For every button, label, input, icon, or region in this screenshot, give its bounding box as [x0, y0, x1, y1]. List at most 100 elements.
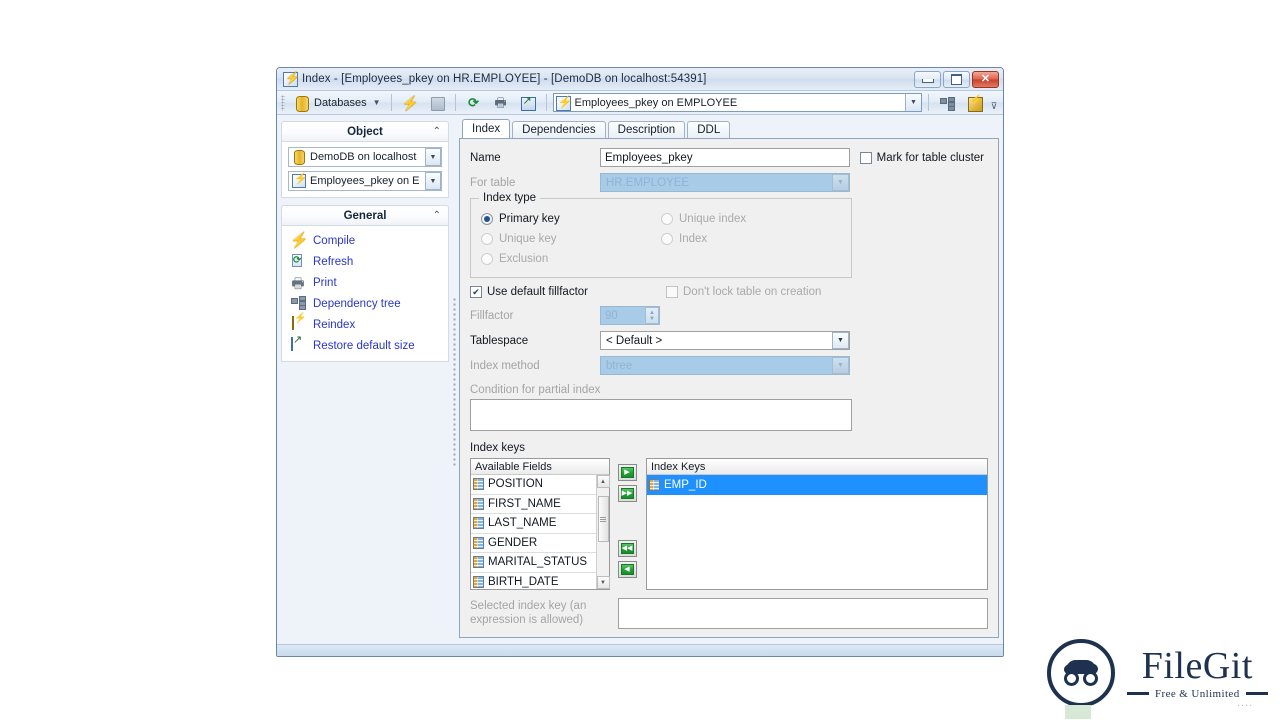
- index-keys-section-label: Index keys: [470, 442, 525, 454]
- radio-exclusion[interactable]: Exclusion: [481, 249, 661, 269]
- minimize-button[interactable]: [914, 70, 941, 88]
- compile-button[interactable]: ⚡: [398, 93, 422, 112]
- database-icon: [292, 150, 306, 165]
- radio-primary-key[interactable]: Primary key: [481, 209, 661, 229]
- add-all-keys-button[interactable]: ▶▶: [617, 485, 637, 502]
- index-type-caption: Index type: [479, 192, 541, 204]
- scroll-up-icon[interactable]: ▲: [596, 475, 610, 488]
- general-group-header[interactable]: General ⌃: [281, 205, 449, 226]
- index-icon: ⚡: [292, 173, 308, 188]
- selected-index-key-row: Selected index key (an expression is all…: [470, 598, 988, 629]
- available-fields-list[interactable]: Available Fields POSITION FIRST_NAME LAS…: [470, 458, 610, 590]
- arrow-right-icon: ▶: [620, 467, 634, 478]
- index-combo[interactable]: ⚡ Employees_pkey on E ▼: [288, 171, 442, 191]
- database-combo[interactable]: DemoDB on localhost ▼: [288, 147, 442, 167]
- object-combo-dropdown-button[interactable]: ▼: [905, 94, 921, 111]
- selected-index-key-input[interactable]: [618, 598, 988, 629]
- for-table-label: For table: [470, 176, 516, 189]
- index-method-label: Index method: [470, 359, 540, 372]
- radio-dot: [481, 213, 493, 225]
- object-group-header[interactable]: Object ⌃: [281, 121, 449, 142]
- printer-icon: 🖶: [291, 274, 305, 291]
- index-keys-list[interactable]: Index Keys EMP_ID: [646, 458, 988, 590]
- object-combo[interactable]: ⚡ Employees_pkey on EMPLOYEE ▼: [552, 93, 922, 112]
- radio-unique-index[interactable]: Unique index: [661, 209, 841, 229]
- tab-label: Dependencies: [522, 124, 596, 136]
- mark-for-table-cluster-checkbox[interactable]: Mark for table cluster: [859, 151, 984, 164]
- restore-default-size-button[interactable]: [516, 93, 540, 112]
- stop-button[interactable]: [425, 93, 449, 112]
- list-item-label: MARITAL_STATUS: [488, 556, 588, 569]
- sidebar-item-label: Dependency tree: [313, 297, 401, 310]
- list-item[interactable]: LAST_NAME: [471, 514, 609, 534]
- arrow-left-icon: ◀: [620, 564, 634, 575]
- dependency-tree-button[interactable]: [935, 93, 959, 112]
- index-method-value: btree: [606, 359, 633, 372]
- toolbar-overflow-button[interactable]: ⊽: [989, 94, 999, 112]
- refresh-icon: ⟳: [292, 253, 303, 267]
- database-icon: [294, 95, 310, 112]
- toolbar-separator: [454, 94, 456, 111]
- tab-index[interactable]: Index: [462, 119, 511, 138]
- tab-dependencies[interactable]: Dependencies: [512, 121, 606, 138]
- checkbox-box: [859, 151, 872, 164]
- title-bar[interactable]: ⚡ Index - [Employees_pkey on HR.EMPLOYEE…: [277, 68, 1003, 91]
- database-combo-dropdown-button[interactable]: ▼: [425, 148, 441, 166]
- fillfactor-stepper-buttons: ▲ ▼: [645, 307, 659, 324]
- chevron-up-icon[interactable]: ⌃: [433, 210, 441, 221]
- sidebar-item-label: Reindex: [313, 318, 356, 331]
- sidebar-item-dependency-tree[interactable]: Dependency tree: [287, 293, 443, 314]
- condition-input[interactable]: [470, 399, 852, 431]
- pane-splitter[interactable]: [449, 119, 459, 644]
- add-key-button[interactable]: ▶: [617, 464, 637, 481]
- chevron-up-icon[interactable]: ⌃: [433, 126, 441, 137]
- radio-label: Exclusion: [499, 253, 549, 265]
- sidebar-item-compile[interactable]: ⚡ Compile: [287, 230, 443, 251]
- list-item[interactable]: MARITAL_STATUS: [471, 553, 609, 573]
- condition-label: Condition for partial index: [470, 384, 601, 396]
- remove-all-keys-button[interactable]: ◀◀: [617, 540, 637, 557]
- field-icon: [473, 536, 484, 549]
- tablespace-dropdown-button[interactable]: ▼: [832, 332, 849, 349]
- name-input[interactable]: Employees_pkey: [600, 148, 850, 167]
- fillfactor-row: Fillfactor 90 ▲ ▼: [470, 306, 988, 325]
- sidebar-item-reindex[interactable]: Reindex: [287, 314, 443, 335]
- sidebar-item-label: Compile: [313, 234, 356, 247]
- refresh-button[interactable]: ⟳: [462, 93, 486, 112]
- reindex-button[interactable]: [962, 93, 986, 112]
- scrollbar-thumb[interactable]: [597, 496, 609, 542]
- sidebar-item-print[interactable]: 🖶 Print: [287, 272, 443, 293]
- index-keys-items: EMP_ID: [647, 475, 987, 589]
- list-item[interactable]: FIRST_NAME: [471, 495, 609, 514]
- filegit-watermark: FileGit Free & Unlimited ....: [1047, 637, 1275, 719]
- remove-key-button[interactable]: ◀: [617, 561, 637, 578]
- selected-index-key-label: Selected index key (an expression is all…: [470, 600, 587, 626]
- name-input-value: Employees_pkey: [605, 151, 693, 164]
- databases-dropdown[interactable]: Databases ▼: [290, 93, 385, 112]
- fillfactor-label: Fillfactor: [470, 309, 514, 322]
- index-combo-dropdown-button[interactable]: ▼: [425, 172, 441, 190]
- tab-ddl[interactable]: DDL: [687, 121, 731, 138]
- print-button[interactable]: 🖶: [489, 93, 513, 112]
- list-item-label: BIRTH_DATE: [488, 575, 559, 588]
- radio-unique-key[interactable]: Unique key: [481, 229, 661, 249]
- sidebar-item-refresh[interactable]: ⟳ Refresh: [287, 251, 443, 272]
- tablespace-combo[interactable]: < Default > ▼: [600, 331, 850, 350]
- maximize-button[interactable]: [943, 70, 970, 88]
- list-item[interactable]: EMP_ID: [647, 475, 987, 495]
- use-default-fillfactor-checkbox[interactable]: Use default fillfactor: [470, 286, 666, 298]
- list-item[interactable]: GENDER: [471, 534, 609, 553]
- scroll-down-icon[interactable]: ▼: [596, 576, 610, 589]
- radio-index[interactable]: Index: [661, 229, 841, 249]
- toolbar-grip[interactable]: [281, 94, 285, 111]
- tab-description[interactable]: Description: [607, 121, 686, 138]
- list-item[interactable]: POSITION: [471, 475, 609, 495]
- index-icon: ⚡: [283, 71, 300, 87]
- available-fields-scrollbar[interactable]: ▲ ▼: [596, 475, 610, 589]
- index-keys-area: Available Fields POSITION FIRST_NAME LAS…: [470, 458, 988, 590]
- sidebar-item-restore-default-size[interactable]: Restore default size: [287, 335, 443, 356]
- field-icon: [473, 478, 484, 491]
- list-item[interactable]: BIRTH_DATE: [471, 573, 609, 590]
- dependency-tree-icon: [290, 295, 306, 312]
- close-button[interactable]: ✕: [972, 70, 999, 88]
